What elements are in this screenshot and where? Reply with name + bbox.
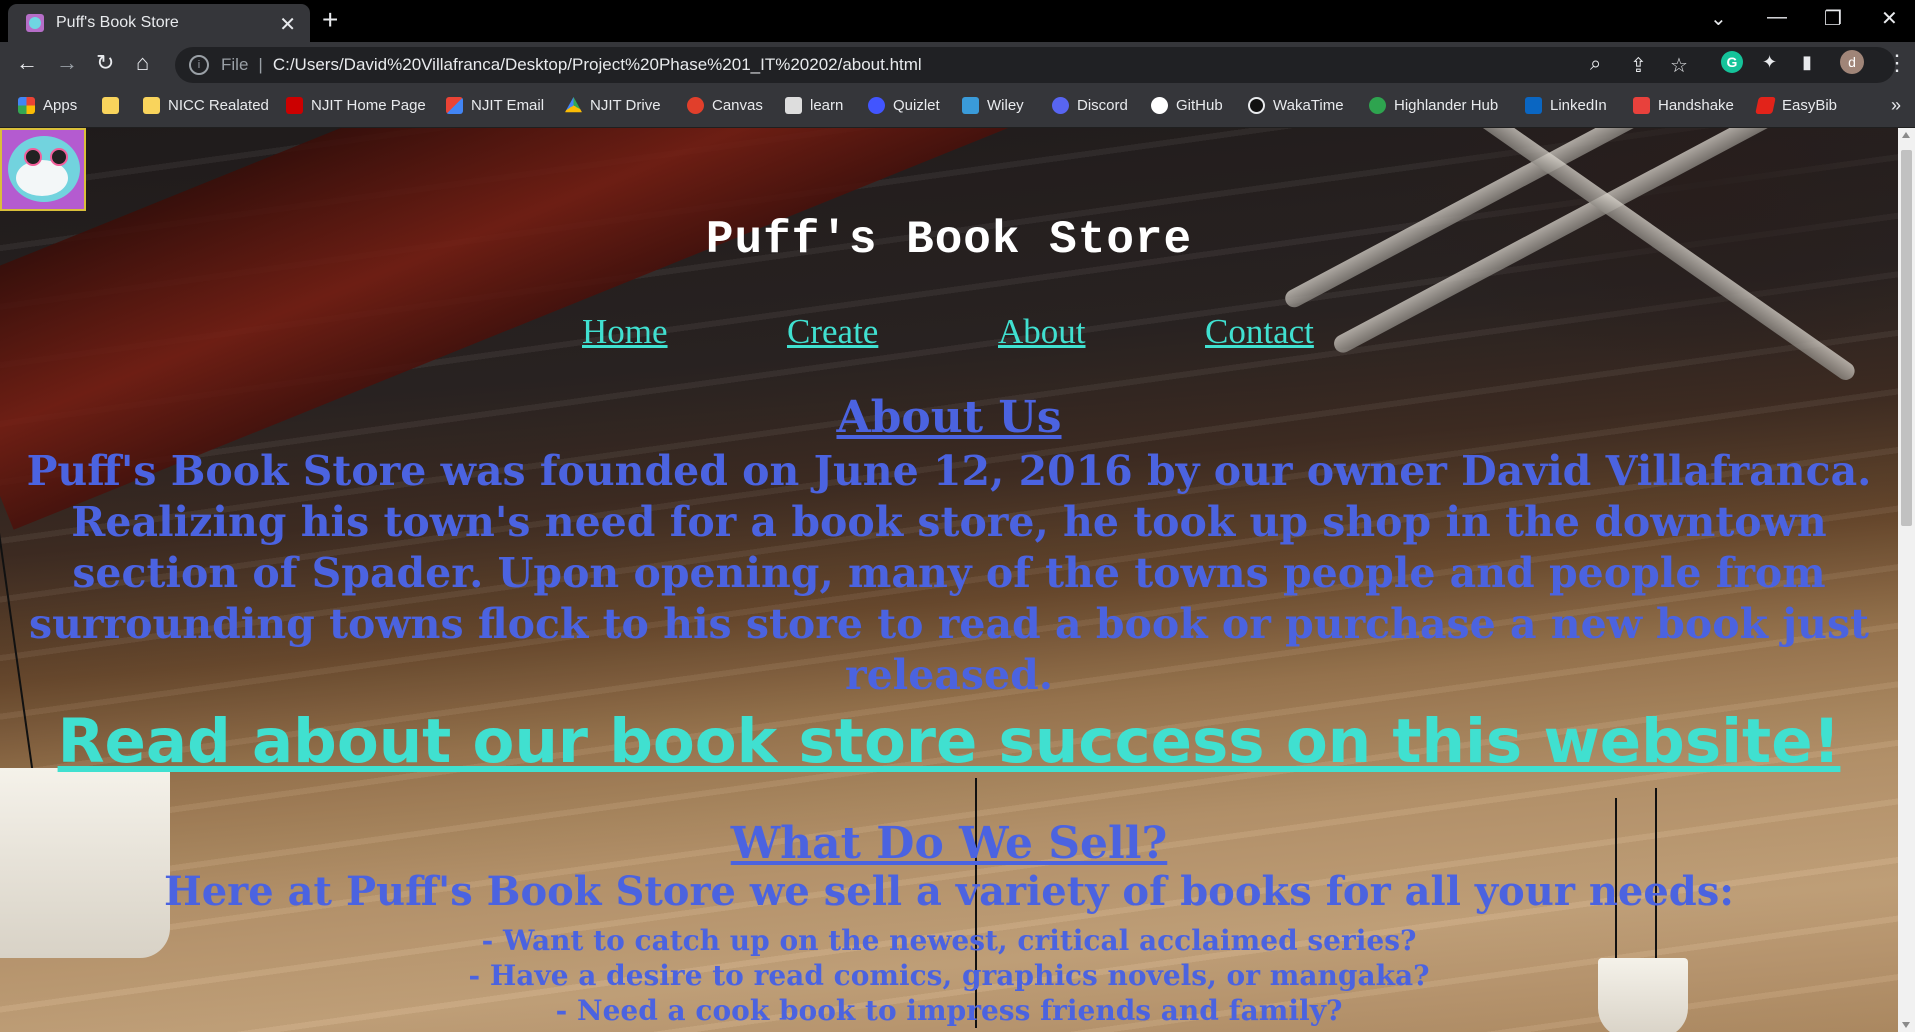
reload-button[interactable]: ↻: [96, 50, 114, 76]
success-website-link[interactable]: Read about our book store success on thi…: [0, 706, 1898, 777]
side-panel-icon[interactable]: ▮: [1802, 52, 1812, 73]
sell-list-item: - Want to catch up on the newest, critic…: [481, 924, 1417, 957]
home-button[interactable]: ⌂: [136, 50, 149, 76]
sell-intro: Here at Puff's Book Store we sell a vari…: [163, 868, 1735, 915]
bookmark-star-icon[interactable]: ☆: [1670, 53, 1688, 78]
nav-home-link[interactable]: Home: [582, 312, 668, 352]
sell-list-item: - Need a cook book to impress friends an…: [555, 994, 1343, 1027]
extensions-icon[interactable]: ✦: [1762, 52, 1777, 73]
canvas-icon: [687, 97, 704, 114]
url-text[interactable]: C:/Users/David%20Villafranca/Desktop/Pro…: [273, 55, 922, 75]
folder-icon: [143, 97, 160, 114]
bookmark-linkedin[interactable]: LinkedIn: [1525, 97, 1607, 114]
pufferfish-favicon-icon: [26, 14, 44, 32]
scrollbar-thumb[interactable]: [1901, 150, 1912, 526]
easybib-icon: [1755, 97, 1776, 114]
bookmark-apps[interactable]: Apps: [18, 97, 77, 114]
url-separator: |: [258, 55, 263, 74]
bookmark-github[interactable]: GitHub: [1151, 97, 1223, 114]
zoom-icon[interactable]: ⌕: [1590, 53, 1601, 76]
nav-create-link[interactable]: Create: [787, 312, 878, 352]
restore-button[interactable]: ❐: [1824, 6, 1842, 31]
site-title: Puff's Book Store: [705, 214, 1193, 266]
profile-avatar[interactable]: d: [1840, 50, 1864, 74]
bookmark-wiley[interactable]: Wiley: [962, 97, 1024, 114]
tab-strip: Puff's Book Store ✕ + ⌄ — ❐ ✕: [0, 0, 1915, 42]
bookmark-wakatime[interactable]: WakaTime: [1248, 97, 1344, 114]
sell-list-item: - Have a desire to read comics, graphics…: [468, 959, 1430, 992]
browser-toolbar: ← → ↻ ⌂ i File | C:/Users/David%20Villaf…: [0, 42, 1915, 89]
about-heading: About Us: [836, 392, 1062, 443]
grammarly-extension-icon[interactable]: G: [1721, 51, 1743, 73]
gmail-icon: [446, 97, 463, 114]
bookmark-highlander-hub[interactable]: Highlander Hub: [1369, 97, 1498, 114]
linkedin-icon: [1525, 97, 1542, 114]
bookmark-handshake[interactable]: Handshake: [1633, 97, 1734, 114]
pufferfish-logo: [0, 128, 86, 211]
close-tab-icon[interactable]: ✕: [279, 12, 296, 37]
back-button[interactable]: ←: [16, 50, 38, 76]
scroll-up-arrow-icon[interactable]: [1902, 132, 1910, 138]
close-window-button[interactable]: ✕: [1881, 6, 1898, 31]
forward-button[interactable]: →: [56, 50, 78, 76]
sell-heading: What Do We Sell?: [730, 818, 1168, 869]
new-tab-button[interactable]: +: [322, 4, 338, 36]
site-info-icon[interactable]: i: [189, 55, 209, 75]
bookmark-discord[interactable]: Discord: [1052, 97, 1128, 114]
nav-contact-link[interactable]: Contact: [1205, 312, 1314, 352]
share-icon[interactable]: ⇪: [1630, 53, 1647, 78]
menu-icon[interactable]: ⋮: [1886, 50, 1908, 76]
apps-grid-icon: [18, 97, 35, 114]
learn-icon: [785, 97, 802, 114]
tab-title: Puff's Book Store: [56, 14, 179, 31]
github-icon: [1151, 97, 1168, 114]
browser-tab[interactable]: Puff's Book Store ✕: [8, 4, 310, 42]
page-scrollbar[interactable]: [1898, 128, 1915, 1032]
url-scheme: File: [221, 55, 249, 74]
wakatime-icon: [1248, 97, 1265, 114]
bookmark-canvas[interactable]: Canvas: [687, 97, 763, 114]
page-viewport: Puff's Book Store Home Create About Cont…: [0, 128, 1898, 1032]
tab-search-icon[interactable]: ⌄: [1710, 6, 1727, 31]
njit-icon: [286, 97, 303, 114]
pufferfish-eye: [24, 148, 42, 166]
nav-about-link[interactable]: About: [998, 312, 1086, 352]
bookmark-njit-drive[interactable]: NJIT Drive: [565, 97, 661, 114]
bookmark-nicc-realated[interactable]: NICC Realated: [143, 97, 269, 114]
address-bar[interactable]: i File | C:/Users/David%20Villafranca/De…: [175, 47, 1895, 83]
more-bookmarks-icon[interactable]: »: [1891, 95, 1901, 116]
bookmark-njit-email[interactable]: NJIT Email: [446, 97, 544, 114]
highlander-hub-icon: [1369, 97, 1386, 114]
folder-icon: [102, 97, 119, 114]
discord-icon: [1052, 97, 1069, 114]
pufferfish-eye: [50, 148, 68, 166]
about-paragraph: Puff's Book Store was founded on June 12…: [26, 447, 1872, 699]
bookmark-folder[interactable]: [102, 97, 127, 114]
bookmark-quizlet[interactable]: Quizlet: [868, 97, 940, 114]
bookmark-learn[interactable]: learn: [785, 97, 843, 114]
bookmarks-bar: Apps NICC Realated NJIT Home Page NJIT E…: [0, 89, 1915, 128]
minimize-button[interactable]: —: [1767, 6, 1787, 29]
handshake-icon: [1633, 97, 1650, 114]
drive-icon: [565, 97, 582, 113]
scroll-down-arrow-icon[interactable]: [1902, 1022, 1910, 1028]
wiley-icon: [962, 97, 979, 114]
bookmark-njit-home-page[interactable]: NJIT Home Page: [286, 97, 426, 114]
quizlet-icon: [868, 97, 885, 114]
bookmark-easybib[interactable]: EasyBib: [1755, 97, 1837, 114]
